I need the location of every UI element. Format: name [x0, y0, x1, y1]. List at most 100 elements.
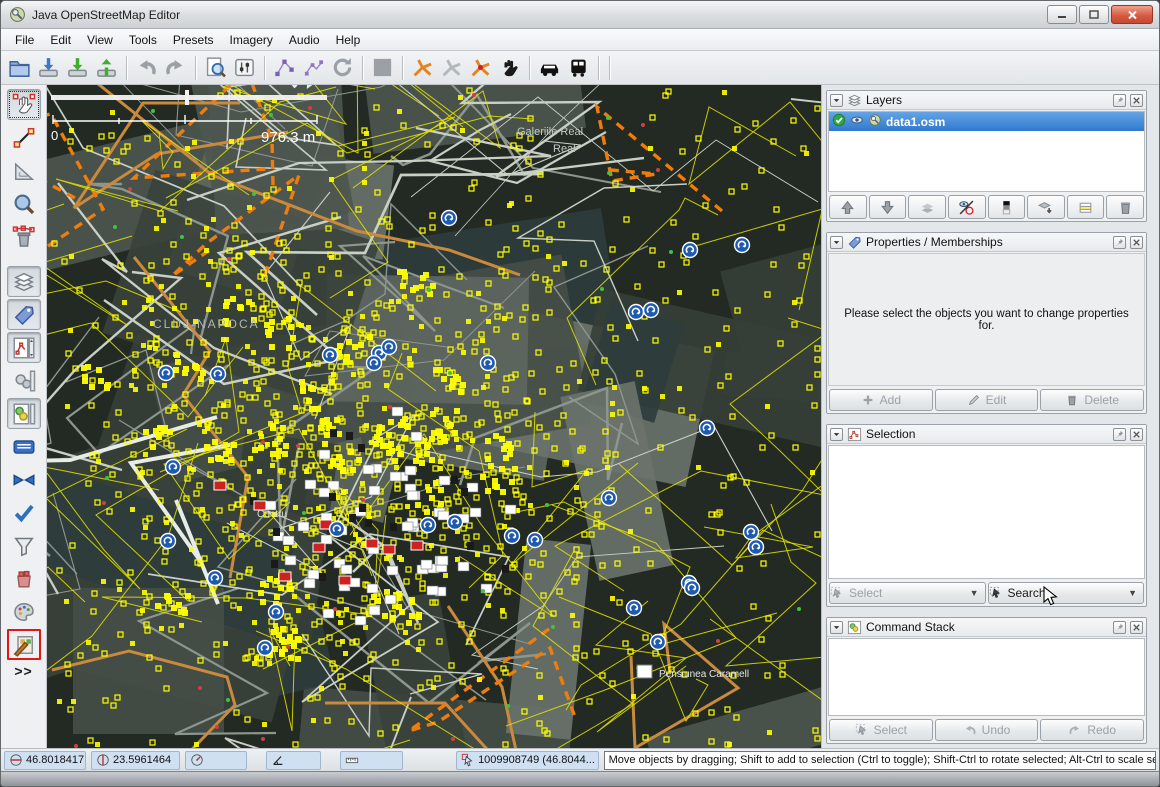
menu-audio[interactable]: Audio	[281, 31, 328, 49]
edit-tag-button[interactable]: Edit	[935, 389, 1039, 411]
properties-panel: Properties / Memberships Please select t…	[826, 232, 1147, 414]
layers-panel-close-button[interactable]	[1130, 94, 1143, 107]
command-stack-collapse-button[interactable]	[830, 621, 843, 634]
select-icon	[12, 93, 36, 117]
sellist-tool-button[interactable]	[7, 332, 41, 363]
layer-style-button[interactable]	[1067, 195, 1105, 219]
redo-icon	[164, 56, 187, 79]
select-tool-button[interactable]	[7, 89, 41, 120]
deltrash-icon	[12, 225, 36, 249]
download-icon	[66, 56, 89, 79]
bucket-tool-button[interactable]	[7, 563, 41, 594]
upload-button[interactable]	[92, 53, 121, 82]
layers-panel-pin-button[interactable]	[1113, 94, 1126, 107]
layers-list[interactable]: data1.osm	[828, 111, 1145, 192]
properties-panel-collapse-button[interactable]	[830, 236, 843, 249]
move-layer-up-button[interactable]	[829, 195, 867, 219]
selection-panel-collapse-button[interactable]	[830, 428, 843, 441]
select-dropdown-arrow[interactable]: ▼	[970, 588, 979, 598]
menu-file[interactable]: File	[7, 31, 42, 49]
palette-tool-button[interactable]	[7, 596, 41, 627]
properties-panel-pin-button[interactable]	[1113, 236, 1126, 249]
map-view[interactable]: 0976.3 mGaleriile RealRealCLUJ-NAPOCACen…	[47, 85, 821, 748]
status-bar: 46.8018417 23.5961464 1009908749 (46.804…	[1, 748, 1159, 771]
menu-tools[interactable]: Tools	[121, 31, 165, 49]
combine-off-button[interactable]	[437, 53, 466, 82]
gears-tool-button[interactable]	[7, 365, 41, 396]
zoommag-tool-button[interactable]	[7, 188, 41, 219]
map-canvas[interactable]: 0976.3 mGaleriile RealRealCLUJ-NAPOCACen…	[47, 85, 821, 748]
redo-button[interactable]: Redo	[1040, 719, 1144, 741]
menu-imagery[interactable]: Imagery	[222, 31, 281, 49]
delete-tag-button[interactable]: Delete	[1040, 389, 1144, 411]
funnel-tool-button[interactable]	[7, 530, 41, 561]
menu-presets[interactable]: Presets	[165, 31, 222, 49]
drawline-tool-button[interactable]	[7, 122, 41, 153]
selection-list[interactable]	[828, 445, 1145, 579]
conflict-tool-button[interactable]	[7, 464, 41, 495]
redo-button[interactable]	[161, 53, 190, 82]
search-dropdown-arrow[interactable]: ▼	[1128, 588, 1137, 598]
command-stack-list[interactable]	[828, 638, 1145, 716]
command-select-button[interactable]: Select	[829, 719, 933, 741]
delete-layer-button[interactable]	[1106, 195, 1144, 219]
layer-active-check-icon[interactable]	[832, 113, 846, 130]
select-objects-button[interactable]: Select ▼	[829, 582, 986, 604]
tag-tool-button[interactable]	[7, 299, 41, 330]
layers-tool-button[interactable]	[7, 266, 41, 297]
hand-button[interactable]	[495, 53, 524, 82]
keyboard-tool-button[interactable]	[7, 431, 41, 462]
properties-panel-close-button[interactable]	[1130, 236, 1143, 249]
menu-edit[interactable]: Edit	[42, 31, 79, 49]
combine-off-icon	[440, 56, 463, 79]
purplenodes2-button[interactable]	[299, 53, 328, 82]
duplicate-layer-button[interactable]	[1027, 195, 1065, 219]
bus-button[interactable]	[564, 53, 593, 82]
command-stack-close-button[interactable]	[1130, 621, 1143, 634]
unglue-button[interactable]	[466, 53, 495, 82]
undo-button[interactable]: Undo	[935, 719, 1039, 741]
toggle-visibility-button[interactable]	[948, 195, 986, 219]
download-button[interactable]	[63, 53, 92, 82]
minimize-button[interactable]	[1047, 5, 1077, 24]
purplenodes-button[interactable]	[270, 53, 299, 82]
undo-button[interactable]	[132, 53, 161, 82]
conflict-icon	[12, 468, 36, 492]
menu-help[interactable]: Help	[328, 31, 369, 49]
car-button[interactable]	[535, 53, 564, 82]
side-toolbar-overflow-button[interactable]: >>	[14, 663, 32, 679]
move-layer-down-button[interactable]	[869, 195, 907, 219]
save-button[interactable]	[34, 53, 63, 82]
measure-tool-button[interactable]	[7, 155, 41, 186]
uparrow-icon	[839, 199, 856, 216]
graysq-button[interactable]	[368, 53, 397, 82]
open-button[interactable]	[5, 53, 34, 82]
check-tool-button[interactable]	[7, 497, 41, 528]
layer-visibility-eye-icon[interactable]	[850, 113, 864, 130]
menu-view[interactable]: View	[79, 31, 121, 49]
search-button[interactable]: Search ▼	[988, 582, 1145, 604]
maximize-button[interactable]	[1079, 5, 1109, 24]
selection-panel-pin-button[interactable]	[1113, 428, 1126, 441]
cmdgreen-tool-button[interactable]	[7, 398, 41, 429]
layers-panel-collapse-button[interactable]	[830, 94, 843, 107]
merge-layer-button[interactable]	[908, 195, 946, 219]
command-stack-title: Command Stack	[866, 620, 1109, 634]
layer-opacity-button[interactable]	[988, 195, 1026, 219]
close-button[interactable]	[1111, 5, 1153, 24]
map-label: Real	[553, 143, 576, 155]
colordoc-tool-button[interactable]	[7, 629, 41, 660]
scale-distance-label: 976.3 m	[261, 129, 315, 146]
combine-button[interactable]	[408, 53, 437, 82]
prefs-button[interactable]	[230, 53, 259, 82]
add-tag-button[interactable]: Add	[829, 389, 933, 411]
searchdoc-button[interactable]	[201, 53, 230, 82]
cmdgreen-icon	[12, 402, 36, 426]
selection-panel-close-button[interactable]	[1130, 428, 1143, 441]
deltrash-tool-button[interactable]	[7, 221, 41, 252]
latitude-icon	[9, 753, 23, 767]
command-stack-pin-button[interactable]	[1113, 621, 1126, 634]
refresh-button[interactable]	[328, 53, 357, 82]
layer-row-data1[interactable]: data1.osm	[829, 112, 1144, 131]
right-panel-column: Layers data1.osm	[821, 85, 1159, 748]
